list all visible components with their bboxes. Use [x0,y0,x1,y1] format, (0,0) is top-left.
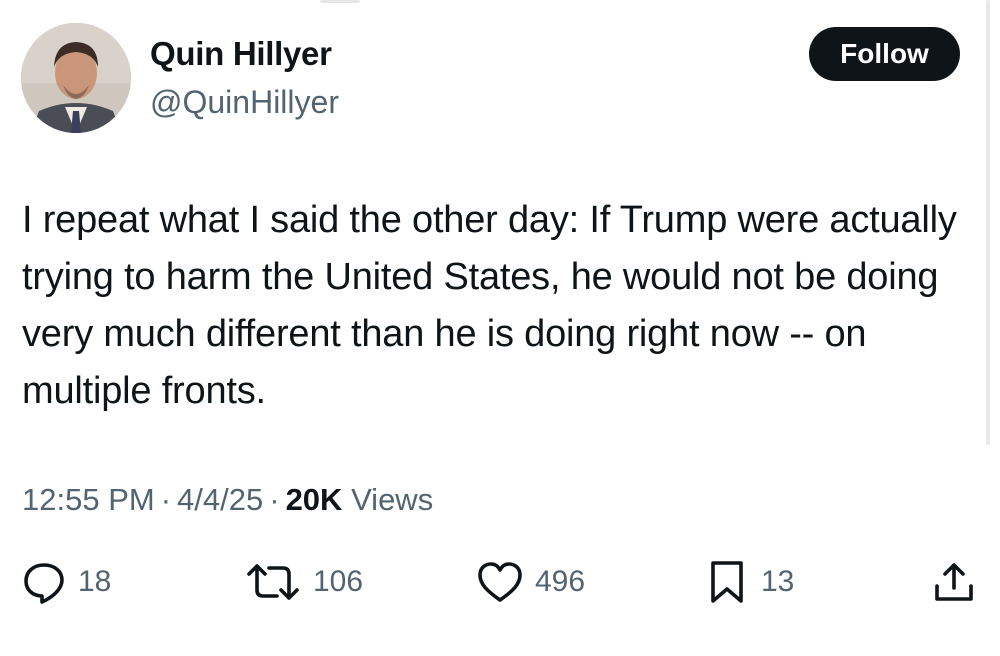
views-count: 20K [285,482,343,517]
author-handle[interactable]: @QuinHillyer [150,82,339,122]
like-button[interactable]: 496 [477,560,585,604]
follow-button[interactable]: Follow [809,27,960,81]
like-count: 496 [535,565,586,598]
share-button[interactable] [932,560,976,604]
tweet-time[interactable]: 12:55 PM [22,482,155,517]
tweet-date[interactable]: 4/4/25 [177,482,263,517]
top-divider [320,0,360,3]
bookmark-button[interactable]: 13 [705,560,794,604]
repost-button[interactable]: 106 [245,560,363,604]
bookmark-count: 13 [761,565,795,598]
repost-count: 106 [313,565,364,598]
scrollbar[interactable] [986,0,990,445]
reply-count: 18 [78,565,112,598]
share-icon [932,560,976,604]
reply-button[interactable]: 18 [22,560,111,604]
meta-separator: · [160,482,172,517]
repost-icon [245,560,301,604]
reply-icon [22,560,66,604]
bookmark-icon [705,559,749,605]
tweet-meta: 12:55 PM · 4/4/25 · 20K Views [22,480,433,520]
heart-icon [477,560,523,604]
tweet-text: I repeat what I said the other day: If T… [22,199,957,412]
avatar[interactable] [21,23,131,133]
views-label: Views [351,482,434,517]
meta-separator: · [269,482,280,517]
author-display-name[interactable]: Quin Hillyer [150,33,332,75]
